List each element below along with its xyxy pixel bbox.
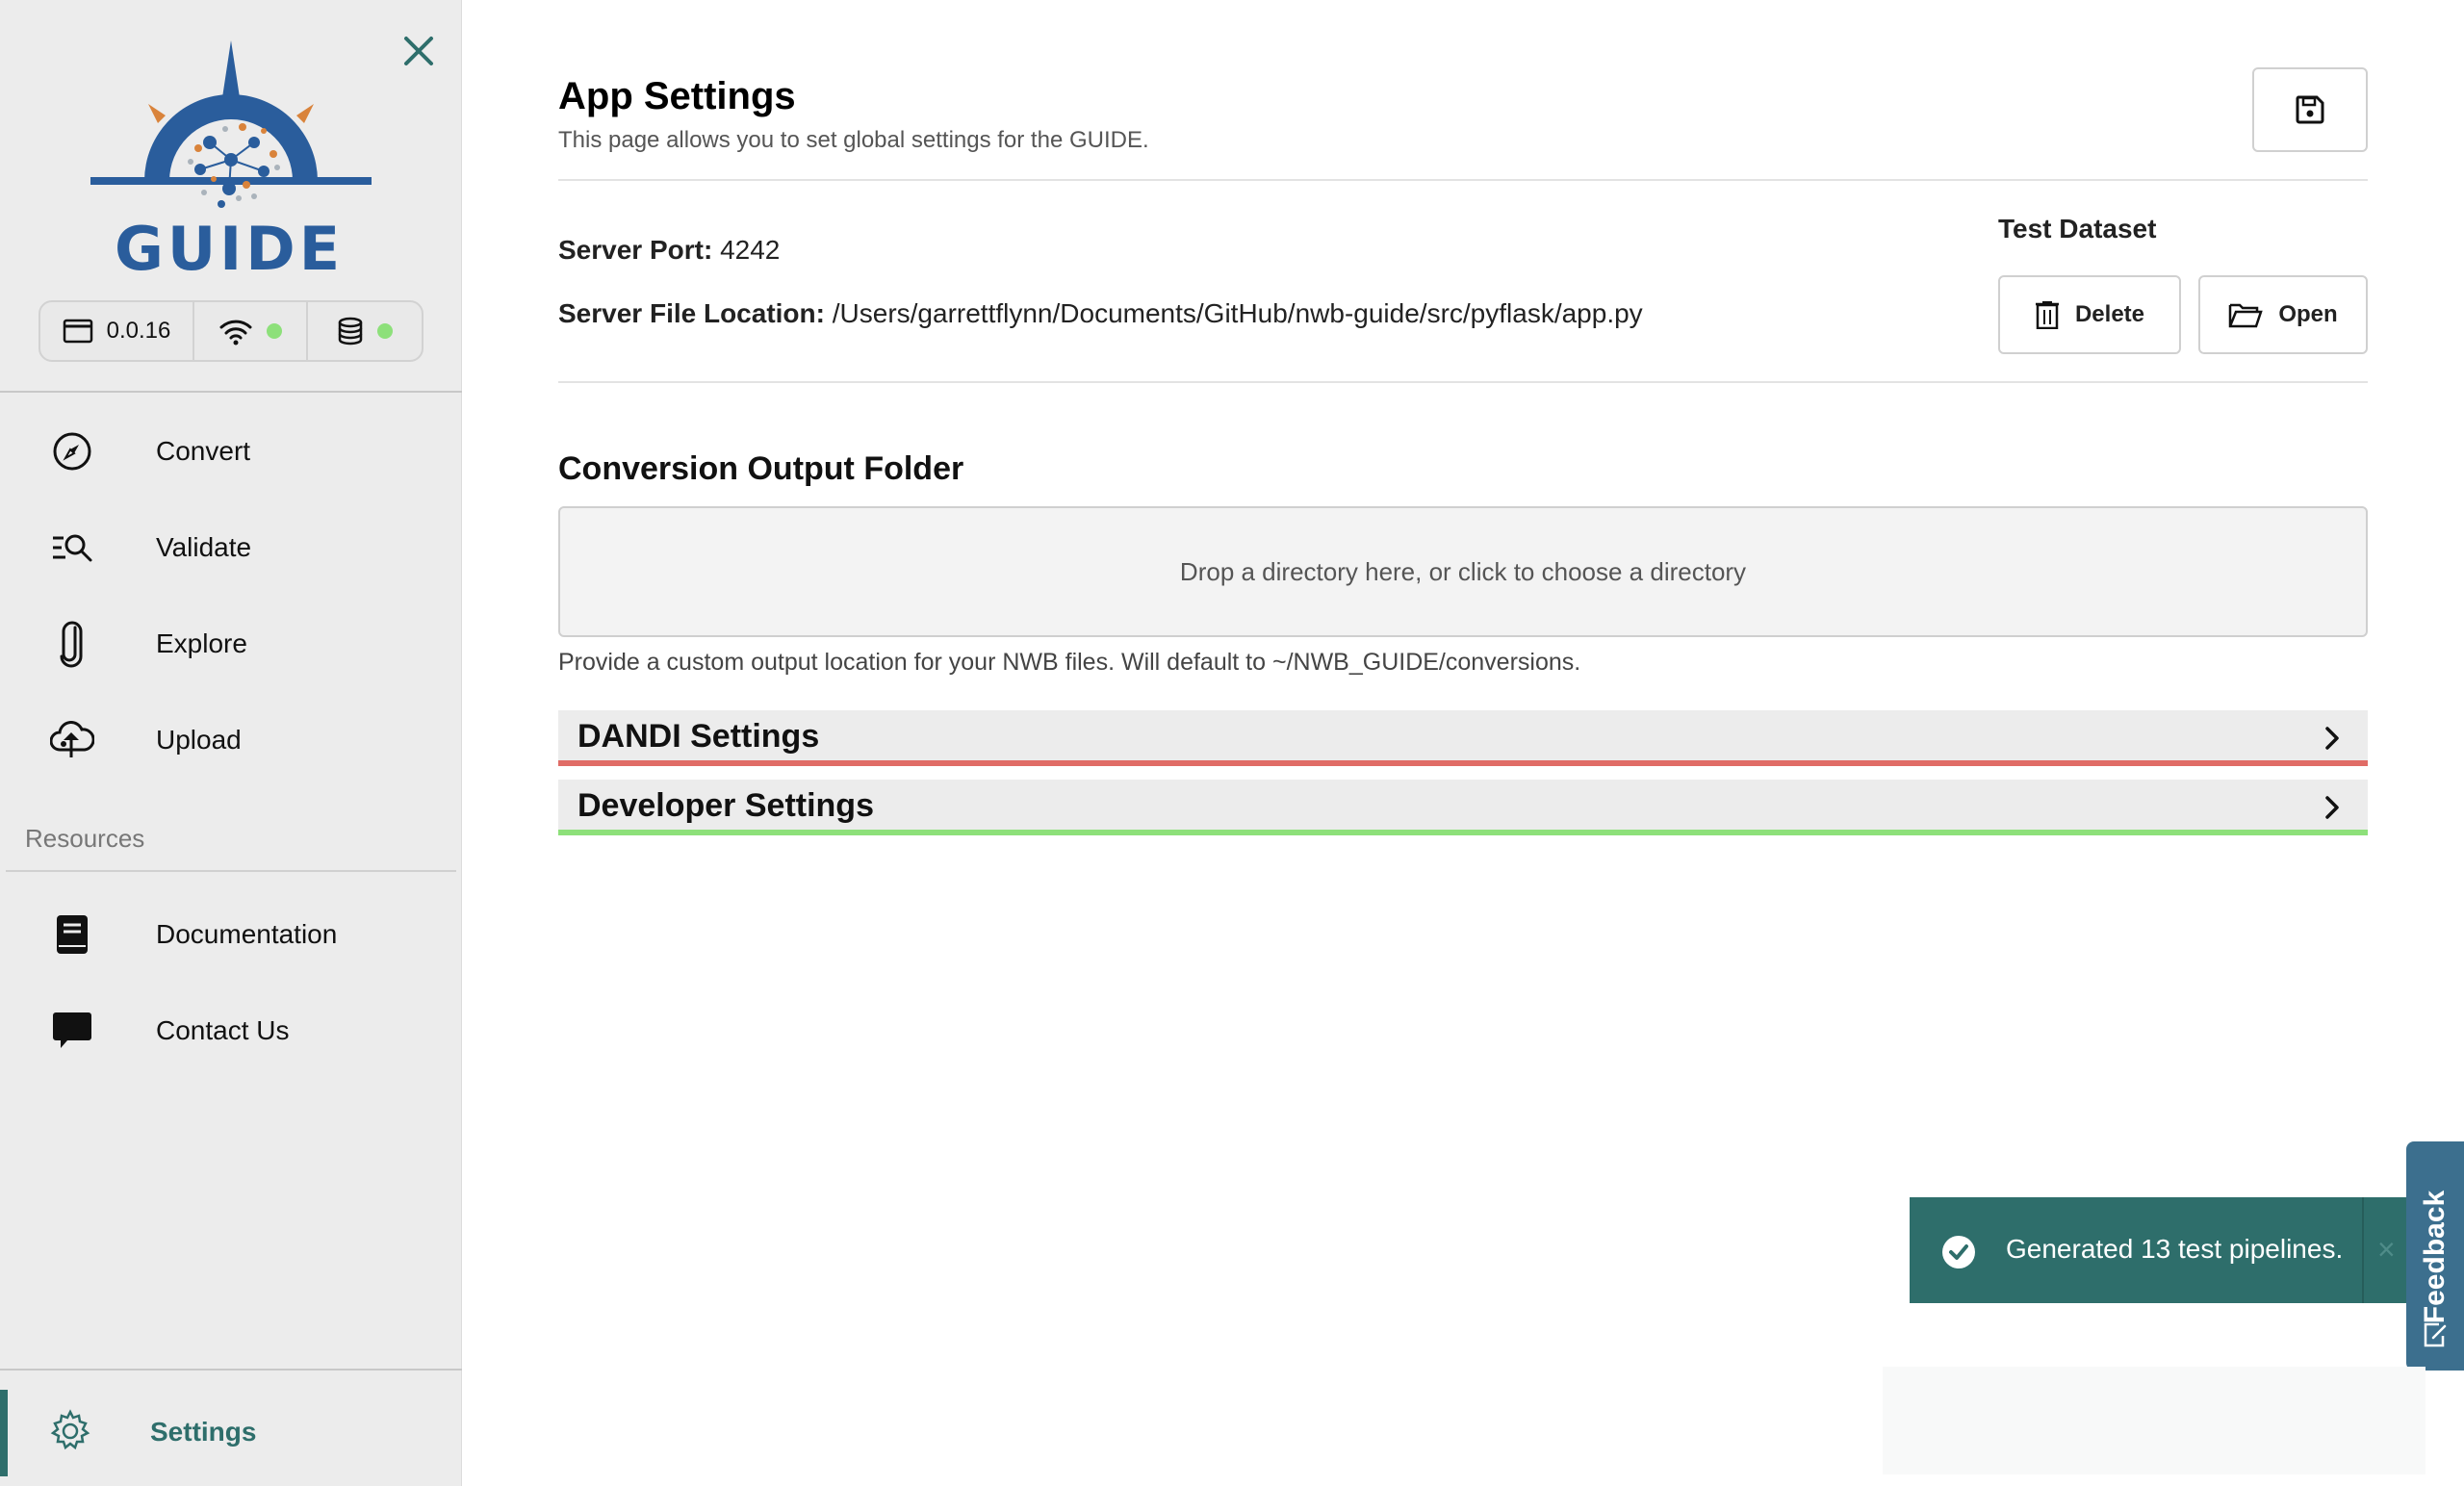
nav-label: Documentation [156,919,338,949]
guide-logo: GUIDE [85,35,373,284]
test-dataset-label: Test Dataset [1998,214,2157,243]
chevron-right-icon [2325,796,2339,819]
server-file-location: Server File Location: /Users/garrettflyn… [558,298,1643,329]
version-label: 0.0.16 [106,318,171,344]
resources-heading: Resources [25,824,145,853]
dropzone-text: Drop a directory here, or click to choos… [1179,556,1747,586]
compass-icon [48,427,96,475]
nav-item-upload[interactable]: Upload [0,697,462,783]
cloud-upload-icon [48,716,96,764]
save-button[interactable] [2252,67,2368,152]
edit-note-icon [2424,1322,2447,1347]
accordion-status-line [558,760,2368,766]
status-bar: 0.0.16 [38,300,424,362]
nav-item-convert[interactable]: Convert [0,408,462,495]
toast-close-button[interactable]: × [2377,1232,2396,1268]
settings-divider [0,1369,462,1371]
nav-item-validate[interactable]: Validate [0,504,462,591]
sidebar-divider [0,391,462,393]
feedback-tab[interactable]: Feedback [2406,1141,2464,1371]
nav-item-contact-us[interactable]: Contact Us [0,987,462,1074]
database-icon [338,317,363,346]
server-segment [308,302,422,360]
network-status-dot [267,323,282,339]
logo-text: GUIDE [114,214,345,284]
output-help-text: Provide a custom output location for you… [558,649,1581,676]
dandi-settings-accordion[interactable]: DANDI Settings [558,710,2368,766]
trash-icon [2035,301,2059,329]
search-list-icon [48,524,96,572]
toast-separator [2362,1197,2364,1303]
sidebar: GUIDE 0.0.16 Convert Validate Explore Up… [0,0,462,1486]
server-file-value: /Users/garrettflynn/Documents/GitHub/nwb… [832,298,1643,328]
settings-label: Settings [150,1417,257,1447]
chat-bubble-icon [48,1007,96,1055]
page-subtitle: This page allows you to set global setti… [558,127,1149,153]
delete-button[interactable]: Delete [1998,275,2181,354]
window-icon [63,319,92,344]
nav-label: Validate [156,532,252,562]
conversion-output-title: Conversion Output Folder [558,450,964,487]
version-segment: 0.0.16 [40,302,194,360]
nav-item-explore[interactable]: Explore [0,601,462,687]
active-indicator [0,1390,8,1476]
empty-panel [1883,1367,2426,1474]
folder-open-icon [2229,303,2264,328]
nav-label: Contact Us [156,1015,290,1045]
nav-label: Convert [156,436,251,466]
book-icon [48,910,96,959]
directory-dropzone[interactable]: Drop a directory here, or click to choos… [558,506,2368,637]
header-divider [558,179,2368,181]
resources-divider [6,870,456,872]
save-icon [2296,95,2324,124]
app-window: GUIDE 0.0.16 Convert Validate Explore Up… [0,0,2464,1486]
open-button[interactable]: Open [2198,275,2368,354]
page-title: App Settings [558,75,796,117]
nav-label: Explore [156,628,247,658]
accordion-label: DANDI Settings [578,718,820,755]
server-port-label: Server Port: [558,235,713,265]
success-toast: Generated 13 test pipelines. × [1910,1197,2410,1303]
close-sidebar-button[interactable] [397,29,441,73]
server-port: Server Port: 4242 [558,235,780,266]
toast-message: Generated 13 test pipelines. [2006,1234,2344,1264]
gear-icon [50,1409,90,1450]
nav-item-settings[interactable]: Settings [0,1390,462,1476]
delete-label: Delete [2074,301,2145,327]
open-label: Open [2278,301,2338,327]
paperclip-icon [48,620,96,668]
section-divider [558,381,2368,383]
accordion-status-line [558,830,2368,835]
accordion-label: Developer Settings [578,787,874,824]
wifi-icon [219,320,252,346]
server-port-value: 4242 [720,235,781,265]
check-circle-icon [1942,1236,1975,1268]
server-file-label: Server File Location: [558,298,825,328]
close-icon [404,37,433,65]
developer-settings-accordion[interactable]: Developer Settings [558,780,2368,835]
nav-item-documentation[interactable]: Documentation [0,891,462,978]
network-segment [194,302,308,360]
feedback-label: Feedback [2419,1190,2451,1324]
nav-label: Upload [156,725,242,755]
server-status-dot [377,323,393,339]
chevron-right-icon [2325,727,2339,750]
